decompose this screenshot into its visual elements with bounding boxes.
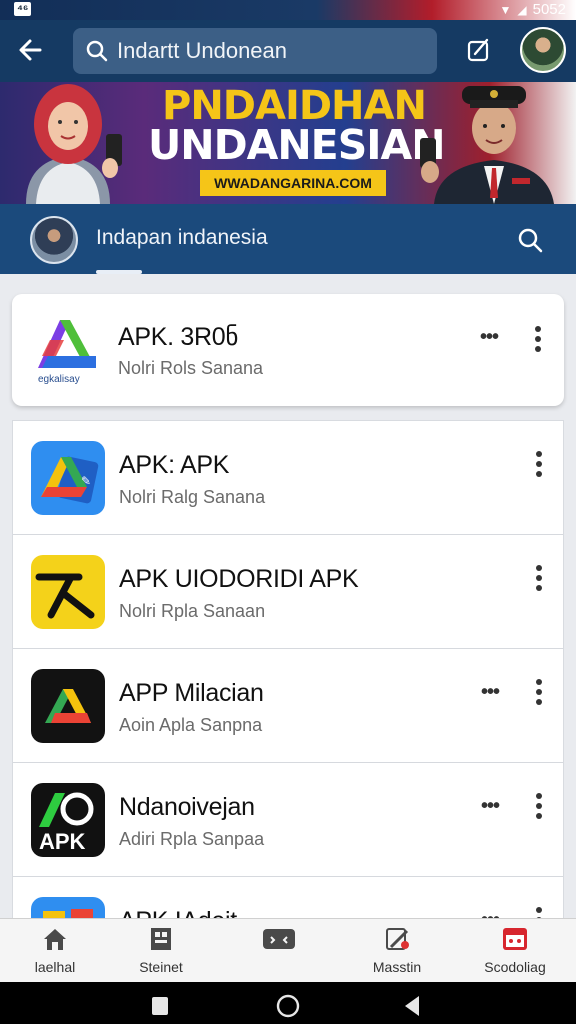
more-horizontal-icon[interactable]: •••	[474, 326, 504, 348]
promo-banner[interactable]: PNDAIDHAN UNDANESIAN WWADANGARINA.COM	[0, 82, 576, 204]
status-bar: ⁴⁶ ▼ ◢ 5052	[0, 0, 576, 20]
app-title: APP Milacian	[119, 679, 264, 707]
app-title: APK. 3R0ნ	[118, 323, 239, 351]
banner-title-line2: UNDANESIAN	[148, 121, 446, 169]
signal-icon: ◢	[517, 2, 527, 17]
app-subtitle: Aoin Apla Sanpna	[119, 715, 263, 735]
nav-item-tools[interactable]: Masstin	[342, 923, 452, 981]
banner-title-line1: PNDAIDHAN	[162, 83, 427, 129]
home-icon	[44, 929, 66, 950]
app-logo-caption: egkalisay	[38, 374, 80, 385]
app-logo-icon	[30, 310, 104, 384]
edit-icon[interactable]	[463, 34, 495, 66]
back-button[interactable]	[14, 32, 50, 68]
more-vertical-icon[interactable]	[528, 324, 548, 354]
nav-label: Scodoliag	[484, 959, 546, 975]
featured-app-card[interactable]: egkalisay APK. 3R0ნ Nolri Rols Sanana ••…	[12, 294, 564, 406]
nav-label: laelhal	[34, 959, 76, 975]
system-navigation-bar	[0, 982, 576, 1024]
search-icon[interactable]	[516, 226, 544, 254]
woman-with-phone-illustration	[26, 84, 122, 204]
list-item[interactable]: APP Milacian Aoin Apla Sanpna •••	[13, 649, 563, 763]
list-item[interactable]: APK Ndanoivejan Adiri Rpla Sanpaa •••	[13, 763, 563, 877]
apk-badge-icon: APK	[31, 783, 105, 857]
gamepad-icon	[263, 929, 295, 949]
list-item[interactable]: ✎ APK: APK Nolri Ralg Sanana	[13, 421, 563, 535]
top-app-bar: Indartt Undonean	[0, 20, 576, 82]
banner-url: WWADANGARINA.COM	[200, 170, 386, 196]
channel-avatar[interactable]	[30, 216, 78, 264]
home-button-icon[interactable]	[276, 994, 300, 1018]
calendar-icon	[503, 928, 527, 950]
channel-bar: Indapan indanesia	[0, 204, 576, 274]
svg-text:APK: APK	[39, 829, 86, 854]
nav-item-store[interactable]: Steinet	[106, 923, 216, 981]
active-tab-indicator	[96, 270, 142, 274]
tools-icon	[386, 928, 409, 950]
more-vertical-icon[interactable]	[529, 791, 549, 821]
nav-item-schedule[interactable]: Scodoliag	[460, 923, 570, 981]
officer-with-phone-illustration	[420, 86, 554, 204]
nav-item-home[interactable]: laelhal	[0, 923, 110, 981]
more-vertical-icon[interactable]	[529, 563, 549, 593]
nav-label: Masstin	[372, 959, 422, 975]
back-arrow-icon	[19, 39, 42, 61]
nav-item-games[interactable]	[224, 923, 334, 981]
app-title: Ndanoivejan	[119, 793, 255, 821]
status-icons: ▼ ◢ 5052	[500, 1, 567, 18]
more-vertical-icon[interactable]	[529, 677, 549, 707]
status-time: 5052	[532, 1, 566, 18]
app-subtitle: Nolri Rols Sanana	[118, 358, 264, 378]
list-item[interactable]: APK UIODORIDI APK Nolri Rpla Sanaan	[13, 535, 563, 649]
app-subtitle: Adiri Rpla Sanpaa	[119, 829, 265, 849]
app-subtitle: Nolri Rpla Sanaan	[119, 601, 266, 621]
channel-title[interactable]: Indapan indanesia	[96, 226, 268, 250]
app-title: APK UIODORIDI APK	[119, 565, 359, 593]
store-icon	[151, 928, 171, 950]
wifi-icon: ▼	[499, 2, 512, 17]
app-title: APK: APK	[119, 451, 230, 479]
recents-button-icon[interactable]	[148, 994, 172, 1018]
more-horizontal-icon[interactable]: •••	[475, 681, 505, 703]
apk-lambda-icon	[31, 555, 105, 629]
svg-text:✎: ✎	[81, 474, 91, 488]
profile-avatar[interactable]	[520, 27, 566, 73]
search-query: Indartt Undonean	[117, 38, 288, 63]
nav-label: Steinet	[139, 959, 183, 975]
more-vertical-icon[interactable]	[529, 449, 549, 479]
app-list: ✎ APK: APK Nolri Ralg Sanana APK UIODORI…	[12, 420, 564, 930]
apk-drive-icon: ✎	[31, 441, 105, 515]
apk-triangle-icon	[31, 669, 105, 743]
app-subtitle: Nolri Ralg Sanana	[119, 487, 266, 507]
back-button-icon[interactable]	[400, 994, 424, 1018]
search-input[interactable]: Indartt Undonean	[73, 28, 437, 74]
bottom-navigation: laelhal Steinet Masstin Scodoliag	[0, 918, 576, 982]
more-horizontal-icon[interactable]: •••	[475, 795, 505, 817]
search-icon	[86, 40, 108, 62]
network-badge: ⁴⁶	[14, 2, 32, 16]
